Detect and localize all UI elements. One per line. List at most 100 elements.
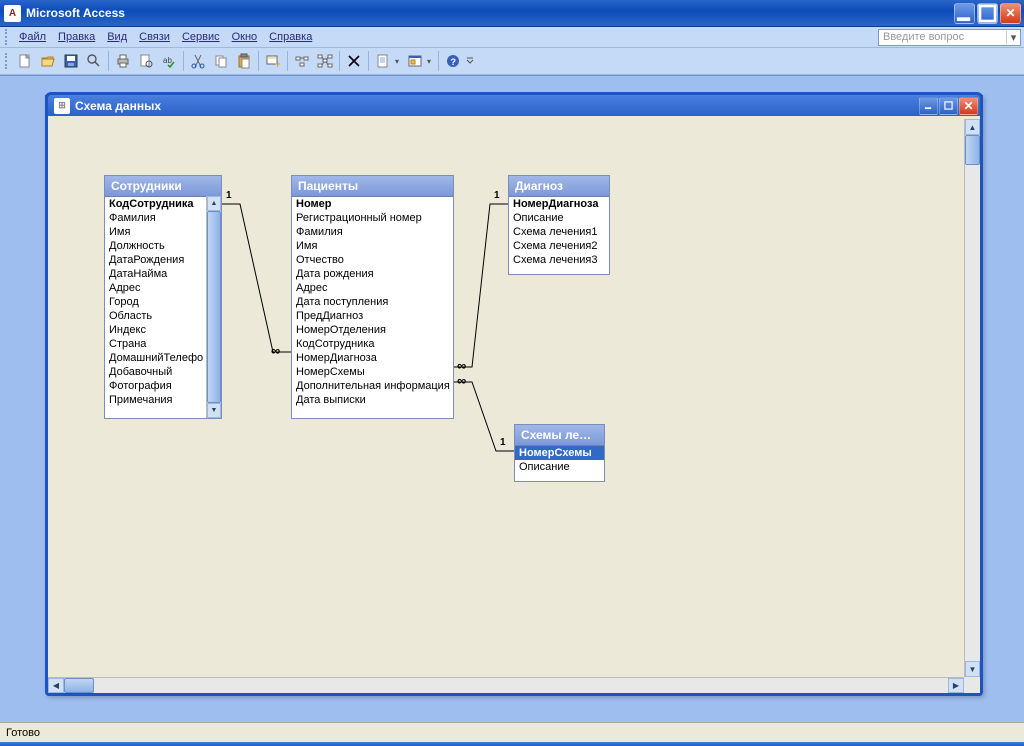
field-row[interactable]: Дата выписки <box>292 393 453 407</box>
tb-overflow-icon[interactable] <box>465 50 475 72</box>
tb-print-preview-icon[interactable] <box>135 50 157 72</box>
menu-help[interactable]: Справка <box>263 29 318 45</box>
table-shemy[interactable]: Схемы ле…НомерСхемыОписание <box>514 424 605 482</box>
field-row[interactable]: Должность <box>105 239 206 253</box>
field-row[interactable]: ДатаРождения <box>105 253 206 267</box>
field-row[interactable]: Адрес <box>105 281 206 295</box>
menu-view[interactable]: Вид <box>101 29 133 45</box>
field-row[interactable]: НомерСхемы <box>292 365 453 379</box>
field-row[interactable]: Дата поступления <box>292 295 453 309</box>
horizontal-scrollbar[interactable]: ◀ ▶ <box>48 677 964 693</box>
tb-delete-icon[interactable] <box>343 50 365 72</box>
scroll-thumb[interactable] <box>207 211 221 403</box>
field-row[interactable]: ДатаНайма <box>105 267 206 281</box>
table-scrollbar[interactable]: ▲▼ <box>206 196 221 418</box>
table-header[interactable]: Диагноз <box>509 176 609 197</box>
relationships-window: ⊞ Схема данных ✕ СотрудникиКодСотрудника… <box>45 95 983 696</box>
field-row[interactable]: НомерОтделения <box>292 323 453 337</box>
scroll-down-icon[interactable]: ▼ <box>207 403 221 418</box>
relationships-icon: ⊞ <box>54 98 70 114</box>
field-row[interactable]: Регистрационный номер <box>292 211 453 225</box>
table-header[interactable]: Схемы ле… <box>515 425 604 446</box>
field-row[interactable]: Имя <box>105 225 206 239</box>
field-row[interactable]: Область <box>105 309 206 323</box>
table-diagnoz[interactable]: ДиагнозНомерДиагнозаОписаниеСхема лечени… <box>508 175 610 275</box>
field-row[interactable]: ПредДиагноз <box>292 309 453 323</box>
field-row[interactable]: Номер <box>292 197 453 211</box>
scroll-left-icon[interactable]: ◀ <box>48 678 64 693</box>
vscroll-thumb[interactable] <box>965 135 980 165</box>
field-row[interactable]: Адрес <box>292 281 453 295</box>
minimize-button[interactable] <box>954 3 975 24</box>
child-close-button[interactable]: ✕ <box>959 97 978 115</box>
field-row[interactable]: Схема лечения2 <box>509 239 609 253</box>
tb-spelling-icon[interactable]: ab <box>158 50 180 72</box>
menu-tools[interactable]: Сервис <box>176 29 226 45</box>
field-row[interactable]: Имя <box>292 239 453 253</box>
tb-open-icon[interactable] <box>37 50 59 72</box>
field-row[interactable]: Дата рождения <box>292 267 453 281</box>
scroll-up-icon[interactable]: ▲ <box>207 196 221 211</box>
field-row[interactable]: Индекс <box>105 323 206 337</box>
tb-db-dropdown-icon[interactable]: ▾ <box>427 57 435 66</box>
tb-show-all-icon[interactable] <box>314 50 336 72</box>
field-row[interactable]: Схема лечения1 <box>509 225 609 239</box>
status-text: Готово <box>6 727 40 739</box>
table-pacienty[interactable]: ПациентыНомерРегистрационный номерФамили… <box>291 175 454 419</box>
relation-cardinality-one: 1 <box>500 437 506 448</box>
field-row[interactable]: КодСотрудника <box>105 197 206 211</box>
tb-cut-icon[interactable] <box>187 50 209 72</box>
hscroll-thumb[interactable] <box>64 678 94 693</box>
field-row[interactable]: НомерСхемы <box>515 446 604 460</box>
table-header[interactable]: Пациенты <box>292 176 453 197</box>
tb-report-icon[interactable] <box>372 50 394 72</box>
field-row[interactable]: Описание <box>515 460 604 474</box>
tb-save-icon[interactable] <box>60 50 82 72</box>
tb-copy-icon[interactable] <box>210 50 232 72</box>
field-row[interactable]: Город <box>105 295 206 309</box>
scroll-down-icon[interactable]: ▼ <box>965 661 980 677</box>
child-titlebar[interactable]: ⊞ Схема данных ✕ <box>45 92 983 116</box>
field-row[interactable]: Фотография <box>105 379 206 393</box>
field-row[interactable]: Примечания <box>105 393 206 407</box>
tb-show-table-icon[interactable]: + <box>262 50 284 72</box>
tb-report-dropdown-icon[interactable]: ▾ <box>395 57 403 66</box>
maximize-button[interactable] <box>977 3 998 24</box>
field-row[interactable]: ДомашнийТелефо <box>105 351 206 365</box>
tb-print-icon[interactable] <box>112 50 134 72</box>
field-row[interactable]: Описание <box>509 211 609 225</box>
menubar-grip[interactable] <box>5 29 9 45</box>
tb-paste-icon[interactable] <box>233 50 255 72</box>
tb-show-direct-icon[interactable] <box>291 50 313 72</box>
field-row[interactable]: Схема лечения3 <box>509 253 609 267</box>
relationships-canvas[interactable]: СотрудникиКодСотрудникаФамилияИмяДолжнос… <box>48 119 964 677</box>
field-row[interactable]: НомерДиагноза <box>292 351 453 365</box>
table-header[interactable]: Сотрудники <box>105 176 221 197</box>
child-maximize-button[interactable] <box>939 97 958 115</box>
tb-help-icon[interactable]: ? <box>442 50 464 72</box>
scroll-up-icon[interactable]: ▲ <box>965 119 980 135</box>
table-sotrudniki[interactable]: СотрудникиКодСотрудникаФамилияИмяДолжнос… <box>104 175 222 419</box>
field-row[interactable]: КодСотрудника <box>292 337 453 351</box>
scroll-right-icon[interactable]: ▶ <box>948 678 964 693</box>
field-row[interactable]: Фамилия <box>105 211 206 225</box>
menu-file[interactable]: Файл <box>13 29 52 45</box>
child-minimize-button[interactable] <box>919 97 938 115</box>
field-row[interactable]: Фамилия <box>292 225 453 239</box>
menu-window[interactable]: Окно <box>226 29 264 45</box>
toolbar-grip[interactable] <box>5 53 9 69</box>
tb-new-icon[interactable] <box>14 50 36 72</box>
field-row[interactable]: Отчество <box>292 253 453 267</box>
field-row[interactable]: Дополнительная информация <box>292 379 453 393</box>
help-search-box[interactable]: Введите вопрос ▾ <box>878 29 1021 46</box>
field-row[interactable]: НомерДиагноза <box>509 197 609 211</box>
tb-database-window-icon[interactable] <box>404 50 426 72</box>
menu-edit[interactable]: Правка <box>52 29 101 45</box>
vertical-scrollbar[interactable]: ▲ ▼ <box>964 119 980 677</box>
tb-search-icon[interactable] <box>83 50 105 72</box>
close-button[interactable]: ✕ <box>1000 3 1021 24</box>
menu-relations[interactable]: Связи <box>133 29 176 45</box>
field-row[interactable]: Добавочный <box>105 365 206 379</box>
help-dropdown-icon[interactable]: ▾ <box>1006 31 1020 44</box>
field-row[interactable]: Страна <box>105 337 206 351</box>
